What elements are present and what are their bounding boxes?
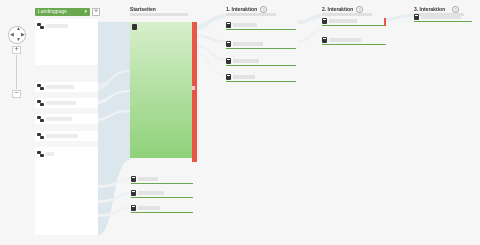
node-label bbox=[329, 38, 361, 42]
landing-node-label bbox=[46, 117, 72, 121]
node-label bbox=[233, 75, 255, 79]
page-icon bbox=[132, 24, 137, 30]
node-bar bbox=[226, 48, 296, 49]
landing-node-label bbox=[46, 134, 78, 138]
node-bar bbox=[226, 81, 296, 82]
chevron-down-icon: ▾ bbox=[84, 9, 87, 15]
landing-node-label bbox=[46, 85, 74, 89]
pan-down-icon[interactable]: ▼ bbox=[16, 38, 21, 43]
pan-right-icon[interactable]: ▶ bbox=[21, 33, 25, 38]
node-label bbox=[138, 177, 158, 181]
page-group-icon bbox=[37, 23, 45, 29]
node-bar bbox=[131, 212, 193, 213]
dropoff-bar bbox=[192, 22, 197, 162]
page-group-icon bbox=[37, 133, 45, 139]
info-icon[interactable]: ? bbox=[452, 6, 459, 13]
node-bar bbox=[322, 44, 386, 45]
interaction2-node-2[interactable] bbox=[322, 37, 386, 45]
page-icon bbox=[131, 205, 136, 211]
node-bar bbox=[414, 21, 472, 22]
page-icon bbox=[322, 18, 327, 24]
page-icon bbox=[226, 58, 231, 64]
landing-node-2[interactable] bbox=[35, 82, 98, 92]
landing-node-5[interactable] bbox=[35, 131, 98, 141]
node-label bbox=[233, 59, 259, 63]
dropoff-marker bbox=[192, 86, 195, 90]
zoom-out-button[interactable]: − bbox=[12, 90, 21, 98]
landing-node-label bbox=[46, 101, 76, 105]
info-icon[interactable]: ? bbox=[260, 6, 267, 13]
node-label bbox=[138, 191, 164, 195]
column-subtitle-interaction-2 bbox=[322, 13, 372, 16]
page-icon bbox=[226, 41, 231, 47]
start-node-3[interactable] bbox=[131, 190, 193, 198]
landing-node-6[interactable] bbox=[35, 147, 98, 235]
page-icon bbox=[131, 190, 136, 196]
column-subtitle-start bbox=[130, 13, 188, 16]
interaction1-node-4[interactable] bbox=[226, 74, 296, 82]
interaction3-node-1[interactable] bbox=[414, 14, 472, 22]
pan-left-icon[interactable]: ◀ bbox=[10, 33, 14, 38]
node-bar bbox=[226, 65, 296, 66]
zoom-in-button[interactable]: + bbox=[12, 46, 21, 54]
node-label bbox=[421, 15, 461, 19]
interaction2-node-1[interactable] bbox=[322, 18, 386, 26]
page-icon bbox=[226, 74, 231, 80]
interaction1-node-1[interactable] bbox=[226, 22, 296, 30]
interaction1-node-2[interactable] bbox=[226, 41, 296, 49]
page-icon bbox=[131, 176, 136, 182]
page-group-icon bbox=[37, 84, 45, 90]
node-label bbox=[138, 206, 160, 210]
node-bar bbox=[131, 183, 193, 184]
page-icon bbox=[226, 22, 231, 28]
interaction1-node-3[interactable] bbox=[226, 58, 296, 66]
landing-node-3[interactable] bbox=[35, 98, 98, 108]
add-dimension-button[interactable]: + bbox=[92, 8, 100, 16]
node-label bbox=[233, 23, 257, 27]
page-icon bbox=[414, 14, 419, 20]
info-icon[interactable]: ? bbox=[356, 6, 363, 13]
start-node-4[interactable] bbox=[131, 205, 193, 213]
page-group-icon bbox=[37, 151, 45, 157]
dimension-selector[interactable]: Landingpage ▾ bbox=[35, 8, 90, 16]
node-bar bbox=[322, 25, 384, 26]
landing-node-label bbox=[46, 152, 54, 156]
dimension-selector-label: Landingpage bbox=[38, 9, 67, 15]
landing-node-1[interactable] bbox=[35, 19, 98, 65]
node-bar bbox=[226, 29, 296, 30]
dropoff-bar bbox=[384, 18, 386, 26]
column-subtitle-interaction-1 bbox=[226, 13, 276, 16]
node-label bbox=[329, 19, 357, 23]
landing-node-4[interactable] bbox=[35, 114, 98, 124]
start-page-node[interactable] bbox=[130, 22, 192, 158]
page-group-icon bbox=[37, 116, 45, 122]
zoom-slider-track[interactable] bbox=[16, 55, 17, 89]
node-bar bbox=[131, 197, 193, 198]
landing-node-label bbox=[46, 24, 68, 28]
start-node-2[interactable] bbox=[131, 176, 193, 184]
page-group-icon bbox=[37, 100, 45, 106]
node-label bbox=[233, 42, 263, 46]
pan-control[interactable]: ▲ ▼ ◀ ▶ bbox=[8, 26, 26, 44]
page-icon bbox=[322, 37, 327, 43]
